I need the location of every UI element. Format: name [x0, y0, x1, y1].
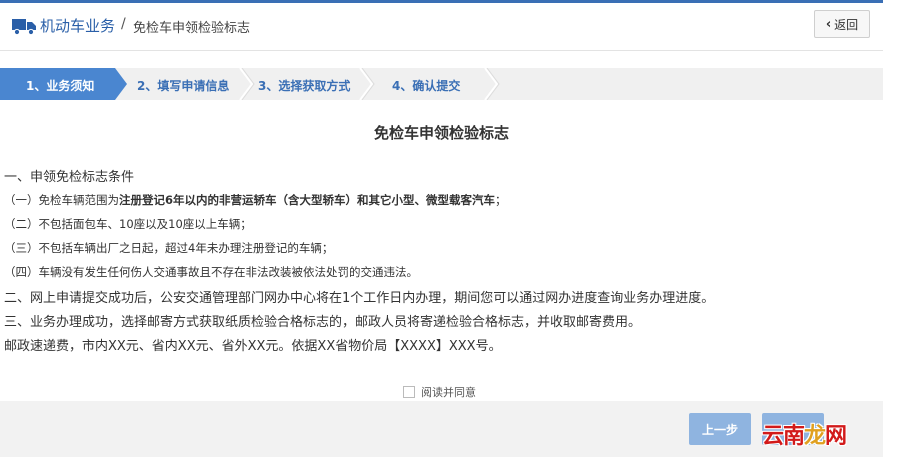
breadcrumb-current: 免检车申领检验标志 — [133, 21, 251, 36]
watermark-part-2: 龙 — [804, 424, 826, 449]
agree-checkbox-row[interactable]: 阅读并同意 — [403, 384, 476, 400]
back-button[interactable]: ‹ 返回 — [814, 10, 870, 38]
section-3-text: 三、业务办理成功，选择邮寄方式获取纸质检验合格标志的，邮政人员将寄递检验合格标志… — [4, 315, 642, 330]
breadcrumb-separator: / — [121, 16, 126, 32]
header-divider — [0, 50, 883, 51]
step-4-label: 4、确认提交 — [392, 79, 461, 93]
document-title: 免检车申领检验标志 — [373, 124, 509, 142]
condition-item-2: （二）不包括面包车、10座以及10座以上车辆； — [4, 217, 252, 231]
page-title: 机动车业务 — [40, 17, 116, 35]
back-button-label: 返回 — [834, 17, 859, 32]
page-header: 机动车业务 / 免检车申领检验标志 ‹ 返回 — [0, 3, 883, 47]
step-2-label: 2、填写申请信息 — [137, 79, 230, 93]
watermark-logo: 云南龙网 — [762, 418, 847, 450]
watermark-part-3: 网 — [825, 424, 847, 449]
condition-item-3: （三）不包括车辆出厂之日起，超过4年未办理注册登记的车辆； — [4, 241, 334, 255]
truck-icon — [12, 19, 36, 35]
section-1-heading: 一、申领免检标志条件 — [4, 170, 135, 185]
agree-checkbox[interactable] — [403, 386, 415, 398]
footer-bar: 上一步 — [0, 401, 883, 457]
previous-step-button[interactable]: 上一步 — [689, 413, 751, 445]
condition-item-1-prefix: （一）免检车辆范围为 — [4, 193, 119, 207]
section-2-text: 二、网上申请提交成功后，公安交通管理部门网办中心将在1个工作日内办理，期间您可以… — [4, 291, 715, 306]
chevron-left-icon: ‹ — [825, 16, 832, 32]
step-1-label: 1、业务须知 — [26, 79, 95, 93]
agree-label: 阅读并同意 — [421, 386, 476, 399]
condition-item-1-emphasis: 注册登记6年以内的非营运轿车（含大型轿车）和其它小型、微型载客汽车 — [119, 193, 495, 207]
step-progress-bar: 1、业务须知 2、填写申请信息 3、选择获取方式 4、确认提交 — [0, 68, 883, 100]
condition-item-1: （一）免检车辆范围为注册登记6年以内的非营运轿车（含大型轿车）和其它小型、微型载… — [4, 192, 507, 208]
postage-fee-text: 邮政速递费，市内XX元、省内XX元、省外XX元。依据XX省物价局【XXXX】XX… — [4, 339, 502, 354]
watermark-part-1: 云南 — [762, 424, 805, 449]
condition-item-1-suffix: ； — [495, 193, 507, 207]
step-3-label: 3、选择获取方式 — [258, 79, 351, 93]
condition-item-4: （四）车辆没有发生任何伤人交通事故且不存在非法改装被依法处罚的交通违法。 — [4, 265, 418, 279]
